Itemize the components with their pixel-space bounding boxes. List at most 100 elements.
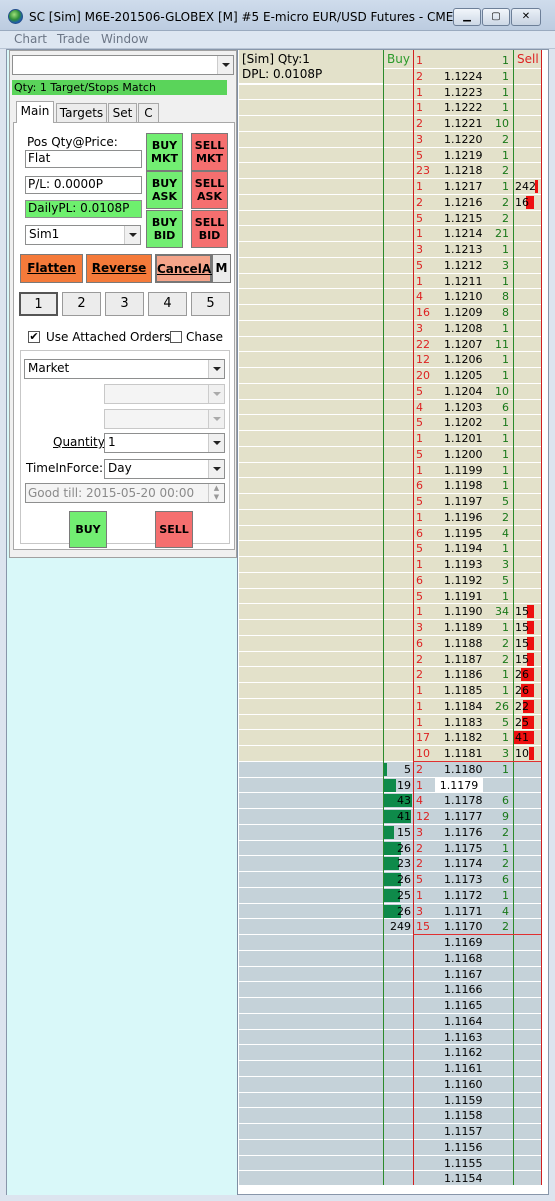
ladder-row[interactable]: 1 1.1222 1 — [239, 100, 542, 116]
ladder-row[interactable]: 1.1158 — [239, 1108, 542, 1124]
ladder-row[interactable]: 1 1.1183 5 25 — [239, 714, 542, 731]
tab-set[interactable]: Set — [108, 103, 137, 122]
order-type-select[interactable]: Market — [24, 359, 225, 379]
ladder-row[interactable]: 16 1.1209 8 — [239, 305, 542, 321]
price-cell[interactable]: 1.1171 — [444, 904, 483, 919]
ladder-row[interactable]: 1.1162 — [239, 1045, 542, 1061]
ladder-row[interactable]: 23 2 1.1174 2 — [239, 856, 542, 872]
price-cell[interactable]: 1.1215 — [444, 211, 483, 226]
ladder-row[interactable]: 5 1.1215 2 — [239, 210, 542, 227]
reverse-button[interactable]: Reverse — [86, 254, 152, 283]
price-cell[interactable]: 1.1211 — [444, 274, 483, 289]
menu-chart[interactable]: Chart — [14, 32, 47, 46]
price-cell[interactable]: 1.1222 — [444, 100, 483, 115]
ladder-row[interactable]: 1 1.1199 1 — [239, 462, 542, 479]
ladder-row[interactable]: 5 1.1191 1 — [239, 588, 542, 605]
price-cell[interactable]: 1.1196 — [444, 510, 483, 525]
close-button[interactable]: ✕ — [511, 8, 541, 26]
ladder-row[interactable]: 1 1.1190 34 15 — [239, 604, 542, 620]
price-cell[interactable]: 1.1209 — [444, 305, 483, 320]
ladder-row[interactable]: 1.1164 — [239, 1013, 542, 1030]
price-cell[interactable]: 1.1159 — [444, 1093, 483, 1108]
price-cell[interactable]: 1.1167 — [444, 967, 483, 982]
use-attached-orders-checkbox[interactable]: ✔ — [28, 331, 40, 343]
price-cell[interactable]: 1.1218 — [444, 163, 483, 178]
sell-button[interactable]: SELL — [155, 511, 193, 548]
account-combo[interactable] — [12, 55, 234, 75]
ladder-row[interactable]: 249 15 1.1170 2 — [239, 919, 542, 935]
ladder-row[interactable]: 2 1.1187 2 15 — [239, 651, 542, 668]
sell-market-button[interactable]: SELL MKT — [191, 133, 228, 171]
price-cell[interactable]: 1.1173 — [444, 872, 483, 887]
ladder-row[interactable]: 1 1.1217 1 242 — [239, 179, 542, 195]
price-cell[interactable]: 1.1162 — [444, 1045, 483, 1060]
ladder-row[interactable]: 22 1.1207 11 — [239, 336, 542, 353]
price-cell[interactable]: 1.1165 — [444, 998, 483, 1013]
price-cell[interactable]: 1.1180 — [444, 762, 483, 777]
ladder-row[interactable]: 1 1.1223 1 — [239, 84, 542, 101]
buy-ask-button[interactable]: BUY ASK — [146, 171, 183, 209]
price-cell[interactable]: 1.1161 — [444, 1061, 483, 1076]
ladder-row[interactable]: 4 1.1210 8 — [239, 289, 542, 305]
ladder-row[interactable]: 1.1155 — [239, 1155, 542, 1172]
price-cell[interactable]: 1.1210 — [444, 289, 483, 304]
tab-targets[interactable]: Targets — [56, 103, 107, 122]
last-price-cell[interactable]: 1.1179 — [435, 777, 483, 793]
price-cell[interactable]: 1.1204 — [444, 384, 483, 399]
ladder-row[interactable]: 5 2 1.1180 1 — [239, 761, 542, 778]
price-cell[interactable]: 1.1158 — [444, 1108, 483, 1123]
ladder-row[interactable]: 1.1154 — [239, 1171, 542, 1185]
ladder-row[interactable]: 1.1166 — [239, 982, 542, 998]
price-cell[interactable]: 1.1157 — [444, 1124, 483, 1139]
menu-window[interactable]: Window — [101, 32, 148, 46]
ladder-row[interactable]: 15 3 1.1176 2 — [239, 824, 542, 841]
ladder-row[interactable]: 26 2 1.1175 1 — [239, 840, 542, 857]
price-cell[interactable]: 1.1166 — [444, 982, 483, 997]
ladder-row[interactable]: 1.1168 — [239, 950, 542, 967]
ladder-row[interactable]: 1 1.1193 3 — [239, 557, 542, 573]
ladder-row[interactable]: 19 1 1.1179 — [239, 777, 542, 794]
ladder-row[interactable]: 23 1.1218 2 — [239, 163, 542, 179]
price-cell[interactable]: 1.1199 — [444, 463, 483, 478]
ladder-row[interactable]: 41 12 1.1177 9 — [239, 809, 542, 825]
ladder-row[interactable]: 1.1169 — [239, 935, 542, 951]
price-cell[interactable]: 1.1214 — [444, 226, 483, 241]
ladder-row[interactable]: 1 1.1185 1 26 — [239, 683, 542, 699]
price-cell[interactable]: 1.1190 — [444, 604, 483, 619]
price-ladder[interactable]: 1 1 2 1.1224 1 1 1.1223 1 1 1.1222 1 2 1.1221 10 3 1.12… — [239, 50, 542, 1185]
qty-preset-5[interactable]: 5 — [191, 292, 230, 316]
price-cell[interactable]: 1.1186 — [444, 667, 483, 682]
account-select[interactable]: Sim1 — [25, 225, 141, 245]
price-cell[interactable]: 1.1160 — [444, 1077, 483, 1092]
cancel-all-button[interactable]: CancelAll — [155, 254, 219, 283]
buy-bid-button[interactable]: BUY BID — [146, 210, 183, 248]
flatten-button[interactable]: Flatten — [20, 254, 83, 283]
price-cell[interactable]: 1.1188 — [444, 636, 483, 651]
price-cell[interactable]: 1.1224 — [444, 69, 483, 84]
ladder-row[interactable]: 1 1.1201 1 — [239, 431, 542, 447]
ladder-row[interactable]: 5 1.1197 5 — [239, 494, 542, 510]
ladder-row[interactable]: 10 1.1181 3 10 — [239, 746, 542, 762]
buy-market-button[interactable]: BUY MKT — [146, 133, 183, 171]
ladder-row[interactable]: 26 3 1.1171 4 — [239, 903, 542, 920]
price-cell[interactable]: 1.1191 — [444, 589, 483, 604]
price-cell[interactable]: 1.1156 — [444, 1140, 483, 1155]
price-cell[interactable]: 1.1193 — [444, 557, 483, 572]
ladder-row[interactable]: 25 1 1.1172 1 — [239, 887, 542, 904]
ladder-row[interactable]: 26 5 1.1173 6 — [239, 872, 542, 888]
price-cell[interactable]: 1.1206 — [444, 352, 483, 367]
price-cell[interactable]: 1.1201 — [444, 431, 483, 446]
price-cell[interactable]: 1.1163 — [444, 1030, 483, 1045]
ladder-row[interactable]: 1.1157 — [239, 1124, 542, 1140]
ladder-row[interactable]: 1 1.1184 26 22 — [239, 698, 542, 715]
price-cell[interactable]: 1.1223 — [444, 85, 483, 100]
ladder-row[interactable]: 5 1.1200 1 — [239, 446, 542, 463]
price-cell[interactable]: 1.1174 — [444, 856, 483, 871]
ladder-row[interactable]: 6 1.1192 5 — [239, 572, 542, 589]
price-cell[interactable]: 1.1197 — [444, 494, 483, 509]
ladder-row[interactable]: 5 1.1219 1 — [239, 147, 542, 164]
price-cell[interactable]: 1.1175 — [444, 841, 483, 856]
ladder-row[interactable]: 12 1.1206 1 — [239, 352, 542, 368]
ladder-row[interactable]: 4 1.1203 6 — [239, 399, 542, 416]
ladder-row[interactable]: 1.1156 — [239, 1139, 542, 1156]
